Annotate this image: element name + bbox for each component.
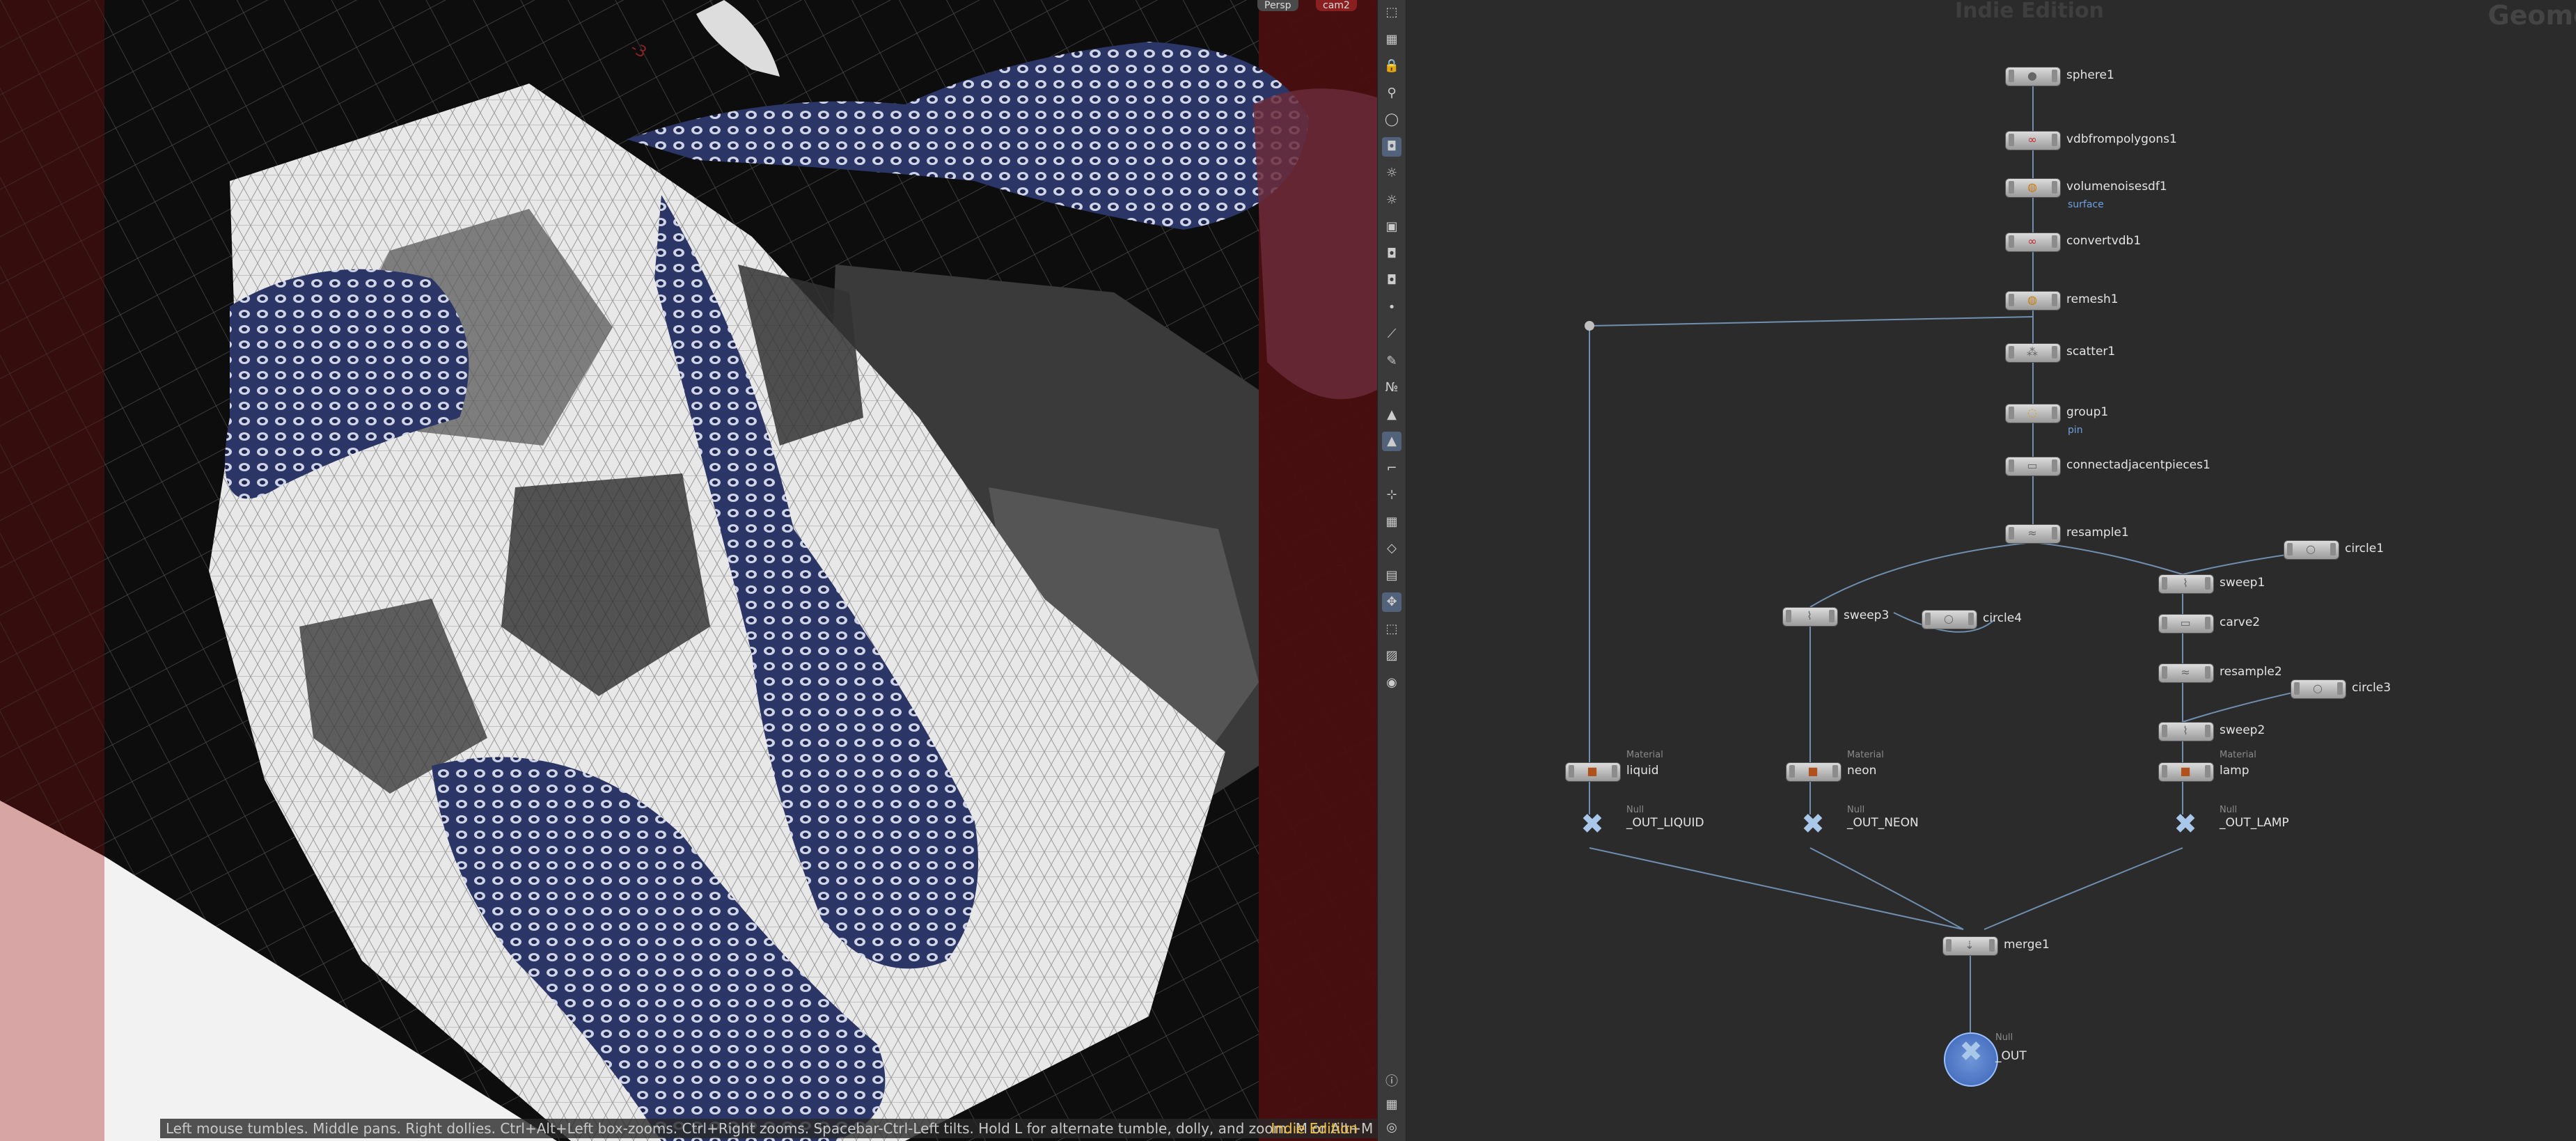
node-label: convertvdb1 — [2066, 234, 2142, 248]
edge-icon[interactable]: ⟋ — [1382, 324, 1401, 344]
node-type-label: Null — [1995, 1032, 2013, 1043]
layout-icon[interactable]: ▦ — [1382, 1095, 1401, 1115]
node-label: volumenoisesdf1 — [2066, 180, 2167, 194]
sphere-icon: ● — [2027, 69, 2037, 82]
sweep-icon: ⌇ — [2183, 724, 2188, 737]
node-wires — [1589, 85, 2316, 1044]
node-label: connectadjacentpieces1 — [2066, 458, 2210, 472]
viewport-toolbar: ⬚ ▦ 🔒 ⚲ ◯ ◘ ☼ ☼ ▣ ◘ ◘ • ⟋ ✎ № ▲ ▲ ⌐ ⊹ ▦ ◇ ▤ ✥ ⬚ ▨ ◉ ⓘ ▦ ◎ — [1377, 0, 1406, 1141]
circle-icon: ○ — [1944, 612, 1954, 625]
node-label: neon — [1847, 764, 1877, 778]
paint-icon[interactable]: ▲ — [1382, 405, 1401, 425]
sweep-icon: ⌇ — [1807, 609, 1812, 622]
camera-icon[interactable]: ◘ — [1382, 271, 1401, 290]
node-label: resample1 — [2066, 526, 2129, 540]
node-label: circle4 — [1983, 611, 2023, 625]
snap-icon[interactable]: ⊹ — [1382, 485, 1401, 505]
camera-menu[interactable]: Persp — [1257, 0, 1298, 11]
circle-icon: ○ — [2313, 682, 2323, 695]
noise-icon: ◍ — [2027, 180, 2037, 194]
node-label: circle1 — [2345, 542, 2385, 556]
null-icon: ✖ — [1580, 808, 1604, 840]
node-label: merge1 — [2004, 938, 2050, 952]
node-type-label: Null — [2220, 805, 2238, 815]
eye-icon[interactable]: ◎ — [1382, 1118, 1401, 1138]
sphere-icon[interactable]: ◯ — [1382, 110, 1401, 129]
viewport-scene — [0, 0, 1377, 1141]
ruler-icon[interactable]: ⌐ — [1382, 459, 1401, 478]
camera-icon[interactable]: ◘ — [1382, 244, 1401, 264]
circle-icon: ○ — [2306, 542, 2316, 556]
vdb-icon: ∞ — [2027, 133, 2037, 146]
node-label: sweep2 — [2220, 723, 2265, 737]
node-label: sweep1 — [2220, 576, 2265, 590]
light-icon[interactable]: ☼ — [1382, 164, 1401, 183]
mat-icon: ■ — [2180, 764, 2191, 778]
paint-icon[interactable]: ▲ — [1382, 432, 1401, 451]
node-label: _OUT_LAMP — [2220, 816, 2289, 830]
node-label: group1 — [2066, 405, 2109, 419]
background-icon[interactable]: ▨ — [1382, 646, 1401, 666]
plain-icon: ▭ — [2027, 459, 2038, 472]
node-flag-label: surface — [2068, 199, 2104, 210]
node-type-label: Null — [1626, 805, 1644, 815]
grid-icon[interactable]: ▦ — [1382, 512, 1401, 532]
point-icon[interactable]: • — [1382, 298, 1401, 317]
pin-icon[interactable]: ⚲ — [1382, 84, 1401, 103]
cam-menu[interactable]: cam2 — [1316, 0, 1357, 11]
node-label: _OUT — [1995, 1049, 2027, 1063]
node-label: vdbfrompolygons1 — [2066, 132, 2177, 146]
node-type-label: Material — [1847, 750, 1884, 760]
node-type-label: Material — [2220, 750, 2256, 760]
node-type-label: Null — [1847, 805, 1865, 815]
outnull-icon: ✖ — [1959, 1036, 1983, 1068]
mat-icon: ■ — [1587, 764, 1598, 778]
node-label: _OUT_NEON — [1847, 816, 1919, 830]
null-icon: ✖ — [2174, 808, 2197, 840]
location-icon[interactable]: ◉ — [1382, 673, 1401, 693]
network-editor[interactable]: Indie Edition Geomet — [1406, 0, 2576, 1141]
render-icon[interactable]: ▦ — [1382, 30, 1401, 49]
node-label: circle3 — [2352, 681, 2392, 695]
group-icon: ◌ — [2027, 406, 2037, 419]
node-label: liquid — [1626, 764, 1659, 778]
wire-dot[interactable] — [1585, 321, 1594, 331]
node-label: remesh1 — [2066, 292, 2119, 306]
info-icon[interactable]: ⓘ — [1382, 1072, 1401, 1092]
null-icon: ✖ — [1801, 808, 1825, 840]
node-label: sphere1 — [2066, 68, 2114, 82]
brush-icon[interactable]: ✎ — [1382, 352, 1401, 371]
number-icon[interactable]: № — [1382, 378, 1401, 398]
sweep-icon: ⌇ — [2183, 576, 2188, 590]
node-label: sweep3 — [1844, 608, 1890, 622]
lock-icon[interactable]: 🔒 — [1382, 56, 1401, 76]
viewport-edition-label: Indie Edition — [1271, 1120, 1358, 1137]
remesh-icon: ◍ — [2027, 293, 2037, 306]
scatter-icon: ⁂ — [2027, 345, 2038, 359]
image-icon[interactable]: ▤ — [1382, 566, 1401, 585]
node-label: _OUT_LIQUID — [1626, 816, 1704, 830]
display-icon[interactable]: ▣ — [1382, 217, 1401, 237]
vdb-icon: ∞ — [2027, 235, 2037, 248]
node-label: carve2 — [2220, 615, 2261, 629]
shape-icon[interactable]: ◇ — [1382, 539, 1401, 558]
node-type-label: Material — [1626, 750, 1663, 760]
light-icon[interactable]: ☼ — [1382, 191, 1401, 210]
select-icon[interactable]: ⬚ — [1382, 3, 1401, 22]
node-label: lamp — [2220, 764, 2249, 778]
resample-icon: ≈ — [2027, 526, 2037, 540]
select-icon[interactable]: ⬚ — [1382, 620, 1401, 639]
resample-icon: ≈ — [2181, 666, 2190, 679]
mat-icon: ■ — [1807, 764, 1819, 778]
camera-icon[interactable]: ◘ — [1382, 136, 1401, 157]
scene-viewport[interactable]: Persp cam2 -3 Left mouse tumbles. Middle… — [0, 0, 1377, 1141]
merge-icon: ⇣ — [1965, 938, 1974, 952]
node-label: resample2 — [2220, 665, 2282, 679]
node-flag-label: pin — [2068, 425, 2083, 436]
viewport-status-bar: Left mouse tumbles. Middle pans. Right d… — [160, 1119, 1377, 1138]
node-label: scatter1 — [2066, 345, 2116, 359]
plain-icon: ▭ — [2180, 616, 2191, 629]
move-icon[interactable]: ✥ — [1382, 592, 1401, 612]
